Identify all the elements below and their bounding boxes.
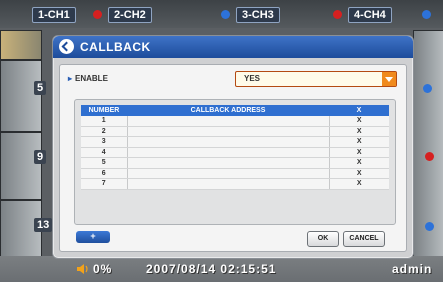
delete-row-button[interactable]: X (329, 168, 389, 179)
user-name: admin (392, 262, 433, 276)
table-row[interactable]: 4X (81, 147, 389, 158)
dialog-title: CALLBACK (80, 40, 151, 54)
table-row[interactable]: 1X (81, 116, 389, 127)
row-number: 2 (81, 126, 127, 137)
row-number: 1 (81, 116, 127, 127)
table-row[interactable]: 5X (81, 157, 389, 169)
camera-label-ch3[interactable]: 3-CH3 (236, 7, 280, 23)
status-indicator-icon (221, 10, 230, 19)
dialog-header: CALLBACK (53, 36, 413, 58)
callback-address-field[interactable] (126, 116, 330, 127)
status-indicator-icon (425, 222, 434, 231)
camera-label-ch4[interactable]: 4-CH4 (348, 7, 392, 23)
delete-row-button[interactable]: X (329, 178, 389, 190)
table-header-row: NUMBER CALLBACK ADDRESS X (81, 105, 389, 116)
callback-address-field[interactable] (126, 168, 330, 179)
camera-label-ch9[interactable]: 9 (34, 150, 47, 164)
speaker-icon[interactable] (77, 263, 89, 275)
datetime-display: 2007/08/14 02:15:51 (146, 262, 277, 276)
camera-tile (0, 30, 42, 60)
camera-label-ch5[interactable]: 5 (34, 81, 47, 95)
camera-tile (0, 60, 42, 132)
row-number: 7 (81, 178, 127, 190)
table-row[interactable]: 6X (81, 168, 389, 179)
status-indicator-icon (422, 10, 431, 19)
row-number: 3 (81, 136, 127, 148)
camera-tile (0, 132, 42, 200)
table-row[interactable]: 7X (81, 178, 389, 190)
row-number: 4 (81, 147, 127, 158)
delete-row-button[interactable]: X (329, 136, 389, 148)
alert-indicator-icon (93, 10, 102, 19)
volume-level: 0% (93, 262, 113, 276)
row-number: 6 (81, 168, 127, 179)
callback-address-field[interactable] (126, 136, 330, 148)
add-callback-button[interactable]: + (76, 231, 110, 243)
column-header-delete: X (329, 105, 389, 116)
callback-address-field[interactable] (126, 157, 330, 169)
enable-value: YES (244, 74, 261, 83)
callback-table-container: NUMBER CALLBACK ADDRESS X 1X 2X 3X 4X 5X… (74, 99, 396, 225)
back-arrow-icon[interactable] (59, 39, 74, 54)
status-bar: 0% 2007/08/14 02:15:51 admin (0, 256, 443, 282)
chevron-down-icon[interactable] (382, 72, 396, 86)
camera-label-ch13[interactable]: 13 (34, 218, 53, 232)
alert-indicator-icon (425, 152, 434, 161)
camera-label-ch1[interactable]: 1-CH1 (32, 7, 76, 23)
delete-row-button[interactable]: X (329, 126, 389, 137)
table-row[interactable]: 3X (81, 136, 389, 148)
callback-dialog: CALLBACK ▸ ENABLE YES NUMBER CALLBACK ADD… (52, 35, 414, 259)
callback-address-field[interactable] (126, 126, 330, 137)
callback-address-field[interactable] (126, 147, 330, 158)
enable-label: ▸ ENABLE (68, 74, 108, 83)
callback-address-field[interactable] (126, 178, 330, 190)
table-row[interactable]: 2X (81, 126, 389, 137)
enable-select[interactable]: YES (235, 71, 397, 87)
delete-row-button[interactable]: X (329, 157, 389, 169)
cancel-button[interactable]: CANCEL (343, 231, 385, 247)
delete-row-button[interactable]: X (329, 147, 389, 158)
camera-label-ch2[interactable]: 2-CH2 (108, 7, 152, 23)
dialog-body: ▸ ENABLE YES NUMBER CALLBACK ADDRESS X 1X… (59, 64, 407, 252)
delete-row-button[interactable]: X (329, 116, 389, 127)
enable-label-text: ENABLE (75, 74, 108, 83)
column-header-number: NUMBER (81, 105, 127, 116)
row-number: 5 (81, 157, 127, 169)
status-indicator-icon (423, 84, 432, 93)
column-header-address: CALLBACK ADDRESS (127, 105, 329, 116)
bullet-icon: ▸ (68, 74, 73, 83)
alert-indicator-icon (333, 10, 342, 19)
callback-table: NUMBER CALLBACK ADDRESS X 1X 2X 3X 4X 5X… (81, 105, 389, 190)
ok-button[interactable]: OK (307, 231, 339, 247)
